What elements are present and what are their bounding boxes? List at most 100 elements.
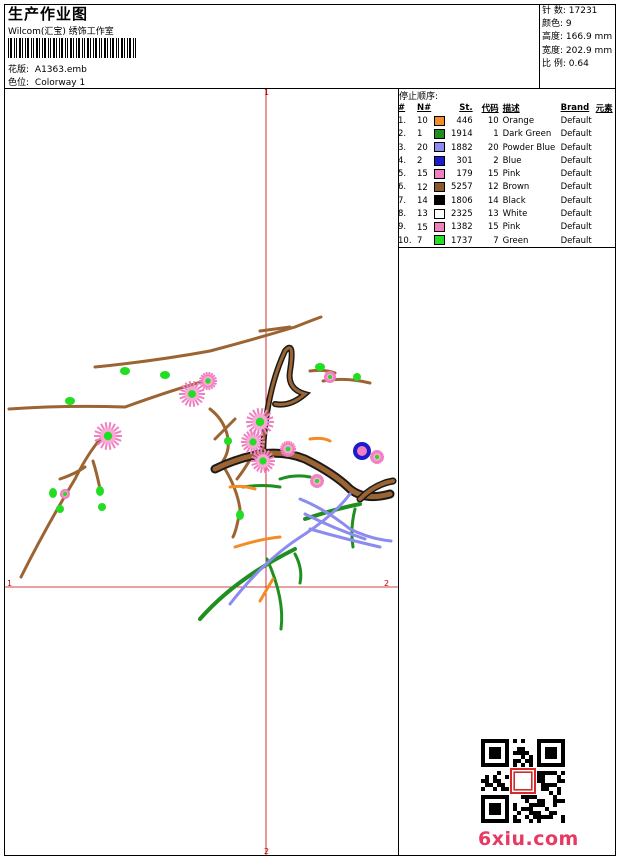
color-swatch	[433, 168, 445, 179]
row-needle: 1	[417, 128, 451, 141]
row-stitches: 179	[456, 169, 473, 180]
barcode	[8, 38, 136, 58]
row-brand: Default	[560, 235, 592, 246]
row-code: 2	[493, 155, 499, 166]
row-index: 1.	[398, 115, 407, 126]
row-stitches: 1382	[451, 222, 473, 233]
row-stitches: 1882	[451, 142, 473, 153]
stat-width: 宽度: 202.9 mm	[542, 45, 613, 56]
col-element: 元素	[595, 103, 613, 114]
row-index: 3.	[398, 142, 407, 153]
row-stitches: 446	[456, 115, 473, 126]
row-index: 5.	[398, 169, 407, 180]
embroidery-design-preview: 1 2 1 2	[5, 89, 398, 855]
row-brand: Default	[560, 155, 592, 166]
row-description: Blue	[502, 155, 522, 166]
color-swatch	[433, 115, 445, 126]
thread-row: 9. 15 1382 15 Pink Default	[398, 221, 620, 234]
colorway-info: 色位: Colorway 1	[8, 75, 85, 88]
thread-row: 3. 20 1882 20 Powder Blue Default	[398, 141, 620, 154]
color-swatch	[433, 222, 445, 233]
row-element	[596, 128, 620, 141]
row-element	[596, 194, 620, 207]
blue-grass	[228, 492, 393, 606]
design-value: A1363.emb	[34, 65, 87, 75]
row-needle: 15	[417, 221, 451, 234]
row-needle: 15	[417, 167, 451, 180]
stats-divider	[539, 4, 540, 88]
color-swatch	[433, 208, 445, 219]
row-element	[596, 141, 620, 154]
studio-name: Wilcom(汇宝) 绣饰工作室	[8, 27, 114, 37]
row-index: 4.	[398, 155, 407, 166]
row-code: 13	[487, 209, 499, 220]
color-swatch	[433, 235, 445, 246]
thread-row: 4. 2 301 2 Blue Default	[398, 154, 620, 167]
pink-blossom	[324, 370, 336, 384]
stat-scale: 比 例: 0.64	[542, 58, 589, 69]
thread-row: 7. 14 1806 14 Black Default	[398, 194, 620, 207]
row-index: 10.	[398, 235, 412, 246]
row-code: 14	[487, 195, 499, 206]
row-needle: 14	[417, 194, 451, 207]
row-needle: 2	[417, 154, 451, 167]
row-element	[596, 154, 620, 167]
row-element	[596, 181, 620, 194]
col-code: 代码	[481, 103, 499, 114]
stat-stitches: 针 数: 17231	[542, 6, 598, 16]
watermark-logo: 6xiu.com	[478, 828, 579, 850]
row-needle: 13	[417, 207, 451, 220]
row-brand: Default	[560, 209, 592, 220]
row-needle: 10	[417, 114, 451, 127]
colorway-label: 色位:	[8, 78, 30, 88]
pink-blossom	[94, 422, 122, 450]
row-description: White	[502, 209, 528, 220]
row-code: 20	[487, 142, 499, 153]
thread-row: 1. 10 446 10 Orange Default	[398, 114, 620, 127]
row-index: 9.	[398, 222, 407, 233]
blue-flower	[353, 442, 371, 460]
row-description: Orange	[502, 115, 535, 126]
row-brand: Default	[560, 129, 592, 140]
marker-top: 1	[264, 89, 269, 97]
col-index: #	[398, 102, 406, 113]
colorway-value: Colorway 1	[34, 78, 86, 88]
row-element	[596, 167, 620, 180]
row-index: 6.	[398, 182, 407, 193]
col-description: 描述	[502, 103, 520, 114]
row-stitches: 301	[456, 155, 473, 166]
row-description: Dark Green	[502, 129, 552, 140]
pink-blossom	[310, 473, 324, 489]
branches	[7, 315, 372, 579]
row-brand: Default	[560, 142, 592, 153]
row-description: Powder Blue	[502, 142, 556, 153]
row-code: 12	[487, 182, 499, 193]
color-swatch	[433, 128, 445, 139]
row-stitches: 2325	[451, 209, 473, 220]
marker-left: 1	[7, 579, 12, 588]
row-code: 10	[487, 115, 499, 126]
pink-blossom	[280, 440, 296, 458]
row-description: Brown	[502, 182, 530, 193]
row-element	[596, 234, 620, 247]
row-needle: 7	[417, 234, 451, 247]
row-index: 8.	[398, 209, 407, 220]
row-index: 2.	[398, 129, 407, 140]
thread-table-header: # N# St. 代码 描述 Brand 元素	[398, 101, 620, 114]
stat-height: 高度: 166.9 mm	[542, 32, 613, 43]
row-description: Green	[502, 235, 529, 246]
row-needle: 12	[417, 181, 451, 194]
col-needle: N#	[417, 102, 432, 113]
row-element	[596, 207, 620, 220]
row-description: Black	[502, 195, 526, 206]
marker-right: 2	[384, 579, 389, 588]
thread-row: 8. 13 2325 13 White Default	[398, 207, 620, 220]
stat-colors: 颜色: 9	[542, 19, 572, 30]
thread-row: 6. 12 5257 12 Brown Default	[398, 181, 620, 194]
color-swatch	[433, 182, 445, 193]
row-needle: 20	[417, 141, 451, 154]
pink-blossom	[199, 371, 217, 391]
pink-blossom	[59, 488, 71, 500]
row-stitches: 1737	[451, 235, 473, 246]
thread-row: 10. 7 1737 7 Green Default	[398, 234, 620, 247]
